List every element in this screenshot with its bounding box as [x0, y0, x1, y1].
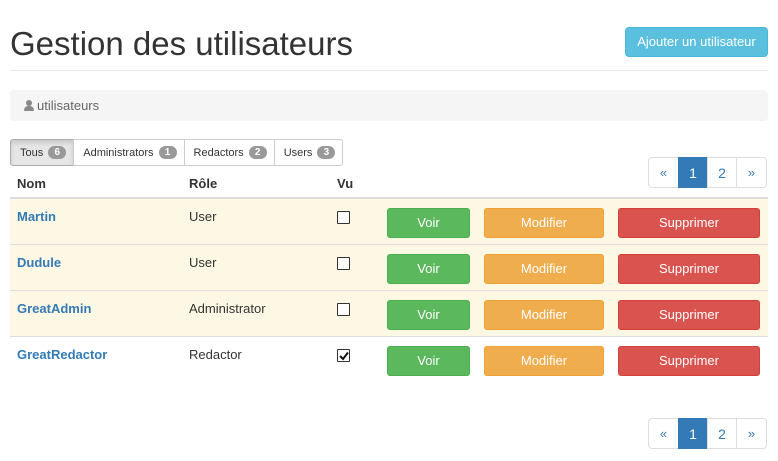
breadcrumb: utilisateurs — [10, 90, 768, 121]
role-filter-group: Tous 6 Administrators 1 Redactors 2 User… — [10, 139, 344, 166]
user-name-link[interactable]: GreatRedactor — [17, 347, 107, 362]
edit-button[interactable]: Modifier — [484, 300, 604, 330]
view-button[interactable]: Voir — [387, 346, 470, 376]
view-button[interactable]: Voir — [387, 254, 470, 284]
pagination-page-1[interactable]: 1 — [678, 418, 708, 449]
count-badge: 2 — [248, 146, 267, 159]
pagination-next-button[interactable]: » — [736, 418, 767, 449]
seen-checkbox[interactable] — [337, 303, 350, 316]
table-row: Martin User Voir Modifier Supprimer — [10, 199, 768, 245]
user-role: Administrator — [189, 301, 266, 316]
page-title: Gestion des utilisateurs — [10, 25, 354, 62]
column-header-name: Nom — [17, 176, 46, 191]
user-icon — [24, 100, 34, 111]
user-role: Redactor — [189, 347, 242, 362]
header-divider — [10, 70, 768, 71]
pagination-page-2[interactable]: 2 — [707, 157, 737, 188]
column-header-role: Rôle — [189, 176, 218, 191]
pagination-prev-button[interactable]: « — [648, 157, 679, 188]
user-role: User — [189, 209, 217, 224]
add-user-button[interactable]: Ajouter un utilisateur — [625, 27, 768, 57]
count-badge: 3 — [317, 146, 336, 159]
pagination-prev-button[interactable]: « — [648, 418, 679, 449]
seen-checkbox[interactable] — [337, 349, 350, 362]
delete-button[interactable]: Supprimer — [618, 254, 760, 284]
view-button[interactable]: Voir — [387, 208, 470, 238]
filter-administrators-button[interactable]: Administrators 1 — [73, 139, 185, 166]
filter-users-button[interactable]: Users 3 — [273, 139, 344, 166]
user-name-link[interactable]: GreatAdmin — [17, 301, 91, 316]
pagination-page-1[interactable]: 1 — [678, 157, 708, 188]
table-row: GreatRedactor Redactor Voir Modifier Sup… — [10, 337, 768, 383]
filter-label: Redactors — [193, 146, 244, 159]
table-row: GreatAdmin Administrator Voir Modifier S… — [10, 291, 768, 337]
edit-button[interactable]: Modifier — [484, 254, 604, 284]
seen-checkbox[interactable] — [337, 257, 350, 270]
user-name-link[interactable]: Martin — [17, 209, 56, 224]
user-name-link[interactable]: Dudule — [17, 255, 61, 270]
delete-button[interactable]: Supprimer — [618, 346, 760, 376]
user-role: User — [189, 255, 217, 270]
filter-label: Tous — [20, 146, 44, 159]
pagination-bottom: « 1 2 » — [648, 418, 767, 449]
delete-button[interactable]: Supprimer — [618, 300, 760, 330]
checkmark-icon — [338, 351, 349, 361]
edit-button[interactable]: Modifier — [484, 208, 604, 238]
count-badge: 6 — [48, 146, 67, 159]
breadcrumb-label: utilisateurs — [37, 98, 100, 113]
seen-checkbox[interactable] — [337, 211, 350, 224]
pagination-next-button[interactable]: » — [736, 157, 767, 188]
delete-button[interactable]: Supprimer — [618, 208, 760, 238]
pagination-top: « 1 2 » — [648, 157, 767, 188]
filter-label: Administrators — [83, 146, 154, 159]
filter-label: Users — [283, 146, 313, 159]
edit-button[interactable]: Modifier — [484, 346, 604, 376]
view-button[interactable]: Voir — [387, 300, 470, 330]
filter-redactors-button[interactable]: Redactors 2 — [183, 139, 275, 166]
table-row: Dudule User Voir Modifier Supprimer — [10, 245, 768, 291]
filter-all-button[interactable]: Tous 6 — [10, 139, 75, 166]
pagination-page-2[interactable]: 2 — [707, 418, 737, 449]
column-header-seen: Vu — [337, 176, 354, 191]
count-badge: 1 — [158, 146, 177, 159]
